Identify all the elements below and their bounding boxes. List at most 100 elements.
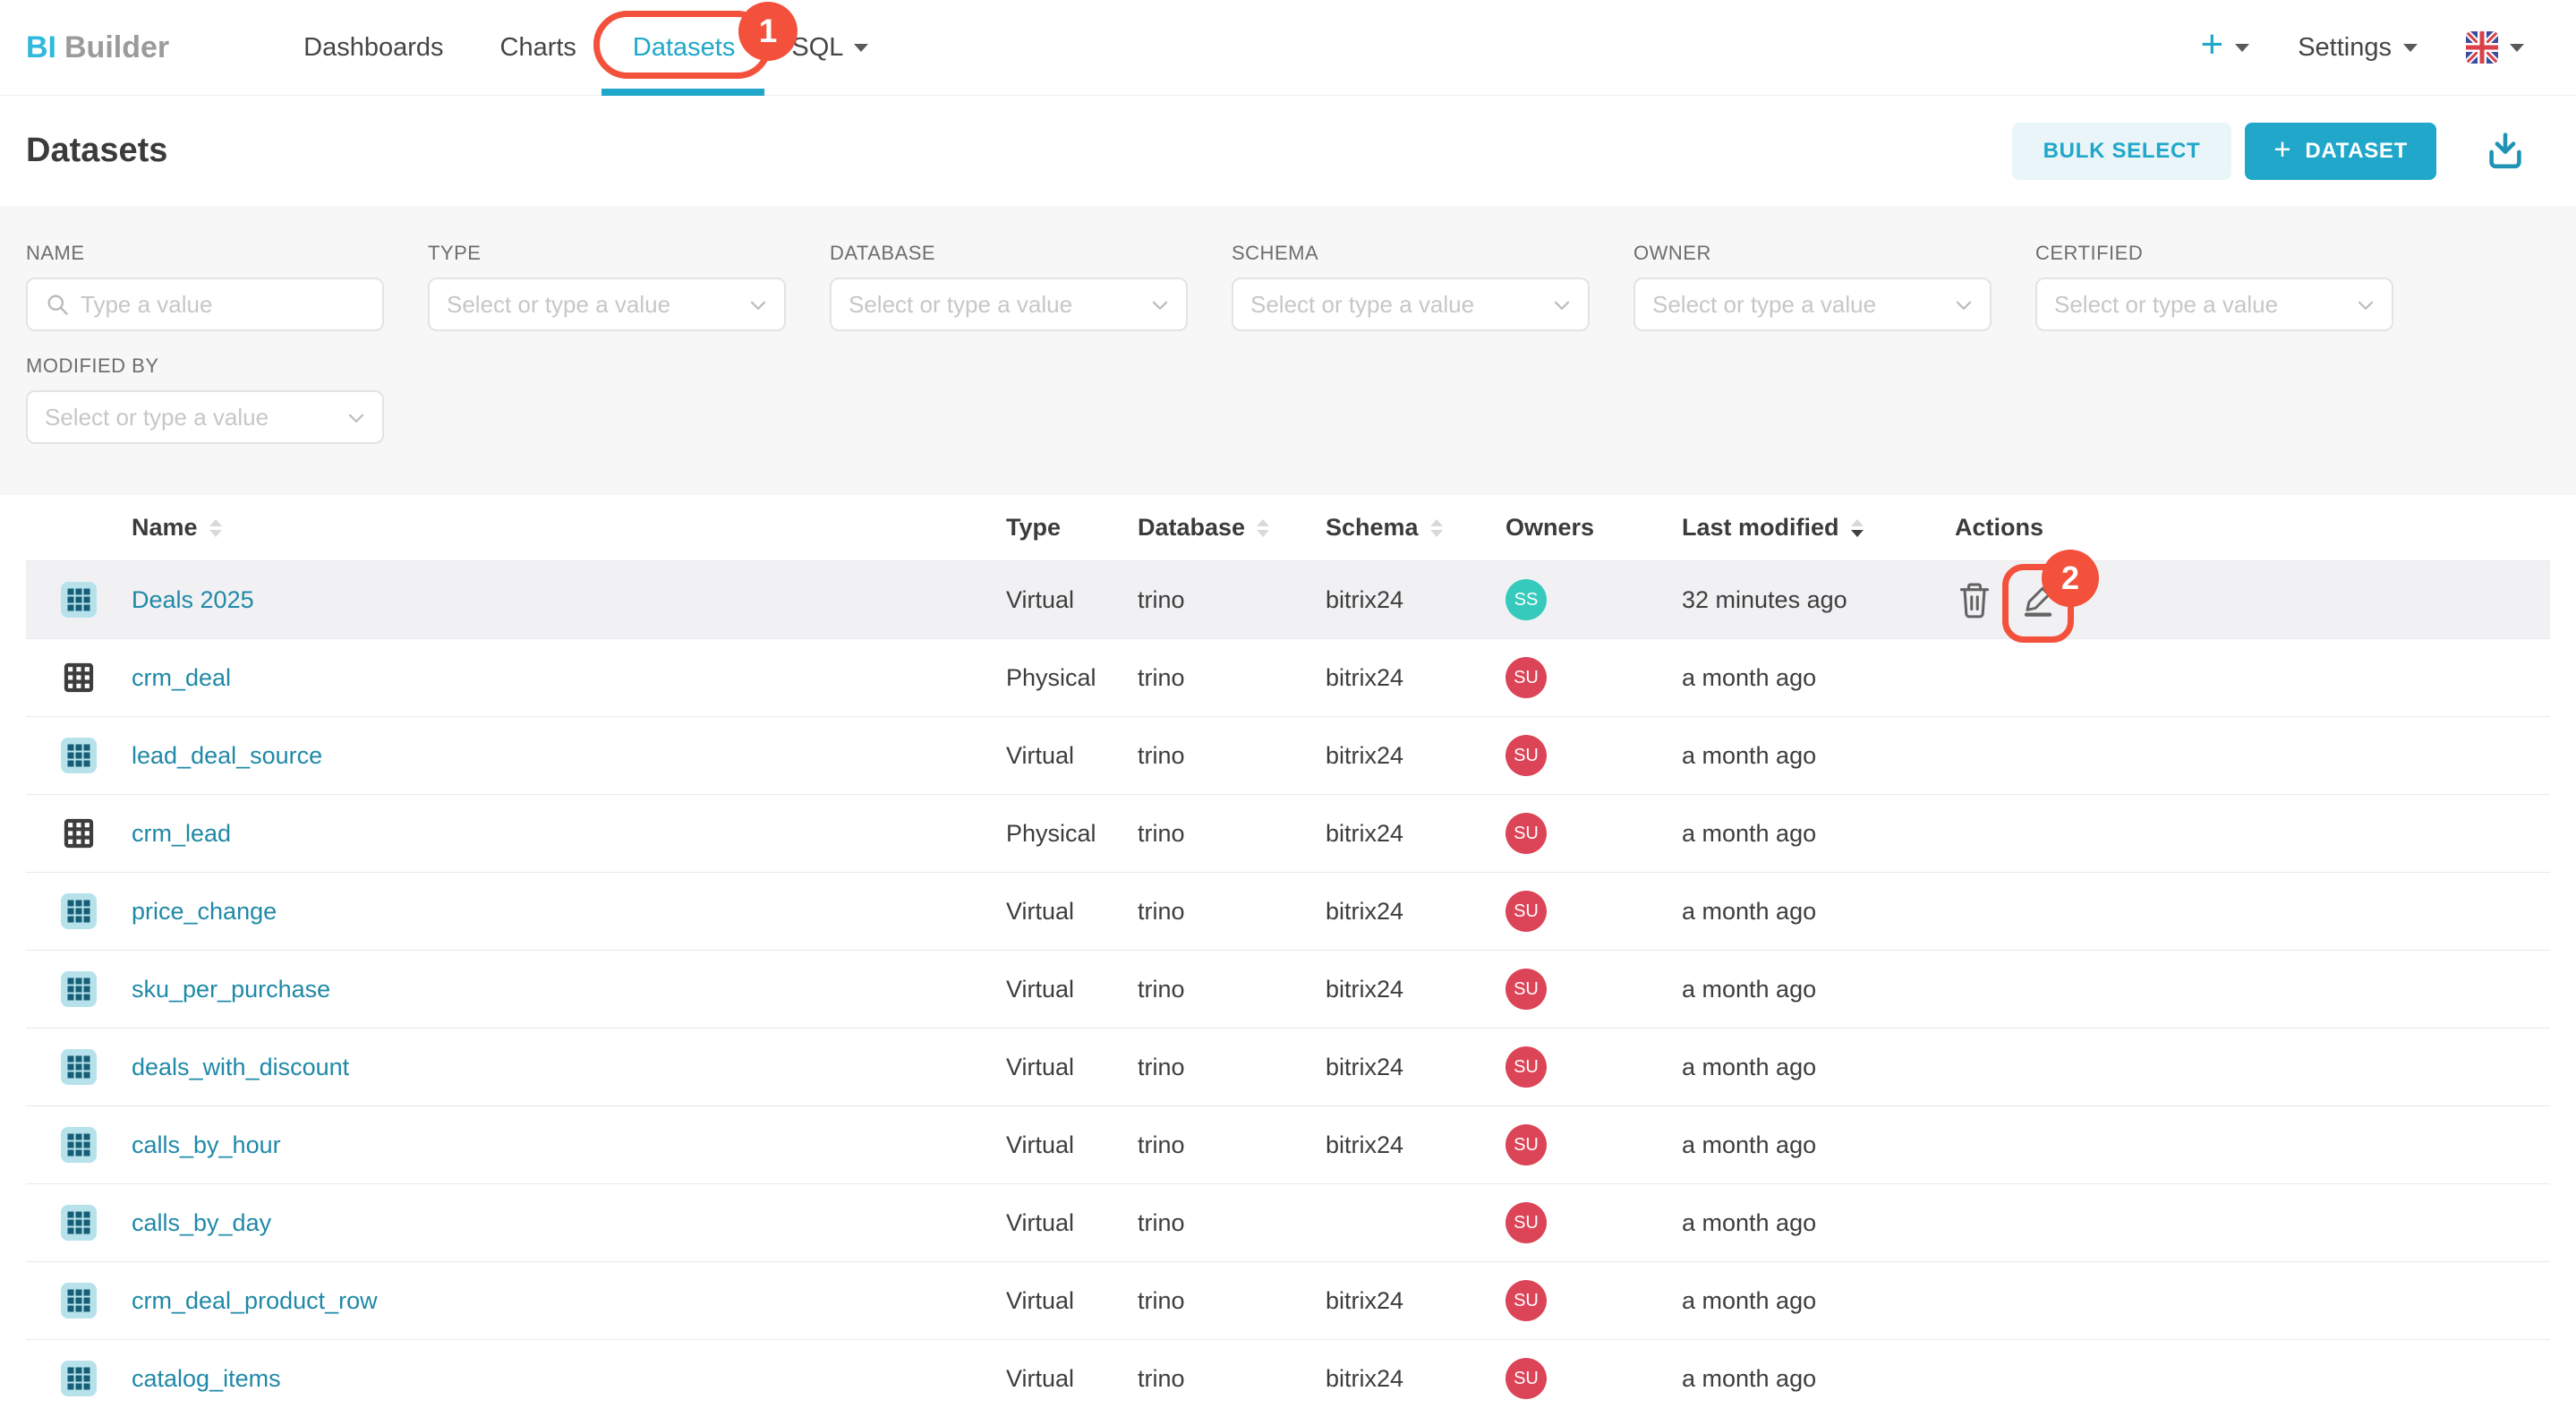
virtual-dataset-icon: [61, 1283, 97, 1319]
dataset-type: Virtual: [1006, 1209, 1138, 1237]
owner-avatar: SS: [1506, 579, 1547, 620]
virtual-dataset-icon: [61, 738, 97, 773]
table-row: deals_with_discount Virtual trino bitrix…: [26, 1028, 2550, 1105]
nav-items: Dashboards Charts Datasets SQL: [303, 33, 868, 63]
chevron-down-icon: [345, 406, 368, 430]
virtual-dataset-icon: [61, 971, 97, 1007]
filter-name: NAME Type a value: [26, 242, 384, 331]
bulk-select-button[interactable]: BULK SELECT: [2012, 123, 2232, 180]
filter-row-1: NAME Type a value TYPE Select or type a …: [26, 242, 2550, 331]
nav-item-datasets[interactable]: Datasets: [633, 33, 735, 63]
dataset-type: Virtual: [1006, 586, 1138, 614]
delete-icon[interactable]: [1957, 581, 1992, 619]
dataset-type: Virtual: [1006, 1365, 1138, 1393]
owner-avatar: SU: [1506, 735, 1547, 776]
table-row: crm_lead Physical trino bitrix24 SU a mo…: [26, 794, 2550, 872]
filter-placeholder: Select or type a value: [447, 291, 670, 319]
filter-placeholder: Type a value: [81, 291, 212, 319]
nav-item-dashboards[interactable]: Dashboards: [303, 33, 443, 63]
virtual-dataset-icon: [61, 893, 97, 929]
filter-schema: SCHEMA Select or type a value: [1232, 242, 1590, 331]
dataset-name-link[interactable]: Deals 2025: [132, 586, 254, 613]
dataset-schema: bitrix24: [1326, 664, 1506, 692]
nav-item-charts[interactable]: Charts: [500, 33, 576, 63]
active-tab-underline: [601, 89, 764, 96]
export-datasets-button[interactable]: [2486, 131, 2524, 172]
filter-label: TYPE: [428, 242, 786, 265]
sort-icon: [1430, 519, 1443, 537]
dataset-name-link[interactable]: sku_per_purchase: [132, 976, 330, 1003]
filter-input-type[interactable]: Select or type a value: [428, 277, 786, 331]
filter-placeholder: Select or type a value: [45, 404, 269, 431]
table-row: lead_deal_source Virtual trino bitrix24 …: [26, 716, 2550, 794]
datasets-table: Name Type Database Schema Owners Last mo…: [26, 495, 2550, 1417]
page-title: Datasets: [26, 132, 167, 170]
column-header-owners: Owners: [1506, 514, 1682, 542]
filter-placeholder: Select or type a value: [2054, 291, 2278, 319]
logo-bi: BI: [26, 30, 56, 65]
nav-item-sql[interactable]: SQL: [791, 33, 868, 63]
filter-modified-by: MODIFIED BY Select or type a value: [26, 354, 384, 444]
header-actions: BULK SELECT + DATASET: [2012, 123, 2524, 180]
column-header-database[interactable]: Database: [1138, 514, 1326, 542]
table-row: crm_deal Physical trino bitrix24 SU a mo…: [26, 638, 2550, 716]
language-dropdown[interactable]: [2466, 31, 2524, 64]
filter-placeholder: Select or type a value: [1250, 291, 1474, 319]
dataset-type: Physical: [1006, 664, 1138, 692]
filter-label: SCHEMA: [1232, 242, 1590, 265]
table-row: crm_deal_product_row Virtual trino bitri…: [26, 1261, 2550, 1339]
last-modified: a month ago: [1682, 742, 1955, 770]
top-navbar: BIBuilder Dashboards Charts Datasets SQL…: [0, 0, 2576, 96]
new-item-dropdown[interactable]: +: [2201, 30, 2250, 64]
dataset-type: Virtual: [1006, 976, 1138, 1003]
filter-input-owner[interactable]: Select or type a value: [1633, 277, 1992, 331]
dataset-database: trino: [1138, 976, 1326, 1003]
virtual-dataset-icon: [61, 1049, 97, 1085]
dataset-type: Physical: [1006, 820, 1138, 848]
column-header-schema[interactable]: Schema: [1326, 514, 1506, 542]
download-icon: [2486, 131, 2524, 172]
filter-input-name[interactable]: Type a value: [26, 277, 384, 331]
filter-input-database[interactable]: Select or type a value: [830, 277, 1188, 331]
row-actions: [1955, 581, 2550, 619]
column-header-type: Type: [1006, 514, 1138, 542]
dataset-database: trino: [1138, 1054, 1326, 1081]
column-header-last-modified[interactable]: Last modified: [1682, 514, 1955, 542]
dataset-name-link[interactable]: price_change: [132, 898, 277, 925]
app-logo[interactable]: BIBuilder: [26, 30, 169, 65]
add-dataset-button[interactable]: + DATASET: [2245, 123, 2436, 180]
dataset-name-link[interactable]: crm_deal_product_row: [132, 1287, 378, 1314]
dataset-schema: bitrix24: [1326, 976, 1506, 1003]
dataset-name-link[interactable]: crm_lead: [132, 820, 231, 847]
sort-icon: [1257, 519, 1269, 537]
dataset-type: Virtual: [1006, 898, 1138, 926]
dataset-name-link[interactable]: catalog_items: [132, 1365, 281, 1392]
dataset-name-link[interactable]: deals_with_discount: [132, 1054, 349, 1080]
dataset-schema: bitrix24: [1326, 1131, 1506, 1159]
column-header-actions: Actions: [1955, 514, 2550, 542]
dataset-name-link[interactable]: calls_by_day: [132, 1209, 271, 1236]
filter-input-certified[interactable]: Select or type a value: [2035, 277, 2393, 331]
filter-input-modified-by[interactable]: Select or type a value: [26, 390, 384, 444]
owner-avatar: SU: [1506, 1280, 1547, 1321]
settings-label: Settings: [2298, 33, 2392, 63]
owner-avatar: SU: [1506, 969, 1547, 1010]
dataset-database: trino: [1138, 1131, 1326, 1159]
edit-icon[interactable]: [2020, 582, 2056, 618]
physical-dataset-icon: [61, 660, 97, 696]
dataset-database: trino: [1138, 898, 1326, 926]
add-dataset-label: DATASET: [2305, 139, 2408, 164]
sort-icon: [209, 519, 222, 537]
dataset-name-link[interactable]: crm_deal: [132, 664, 231, 691]
chevron-down-icon: [2510, 44, 2524, 52]
filter-label: DATABASE: [830, 242, 1188, 265]
dataset-name-link[interactable]: calls_by_hour: [132, 1131, 281, 1158]
filter-label: NAME: [26, 242, 384, 265]
settings-dropdown[interactable]: Settings: [2298, 33, 2418, 63]
virtual-dataset-icon: [61, 1127, 97, 1163]
dataset-name-link[interactable]: lead_deal_source: [132, 742, 322, 769]
column-header-name[interactable]: Name: [132, 514, 1006, 542]
filter-owner: OWNER Select or type a value: [1633, 242, 1992, 331]
filter-input-schema[interactable]: Select or type a value: [1232, 277, 1590, 331]
filter-label: MODIFIED BY: [26, 354, 384, 378]
